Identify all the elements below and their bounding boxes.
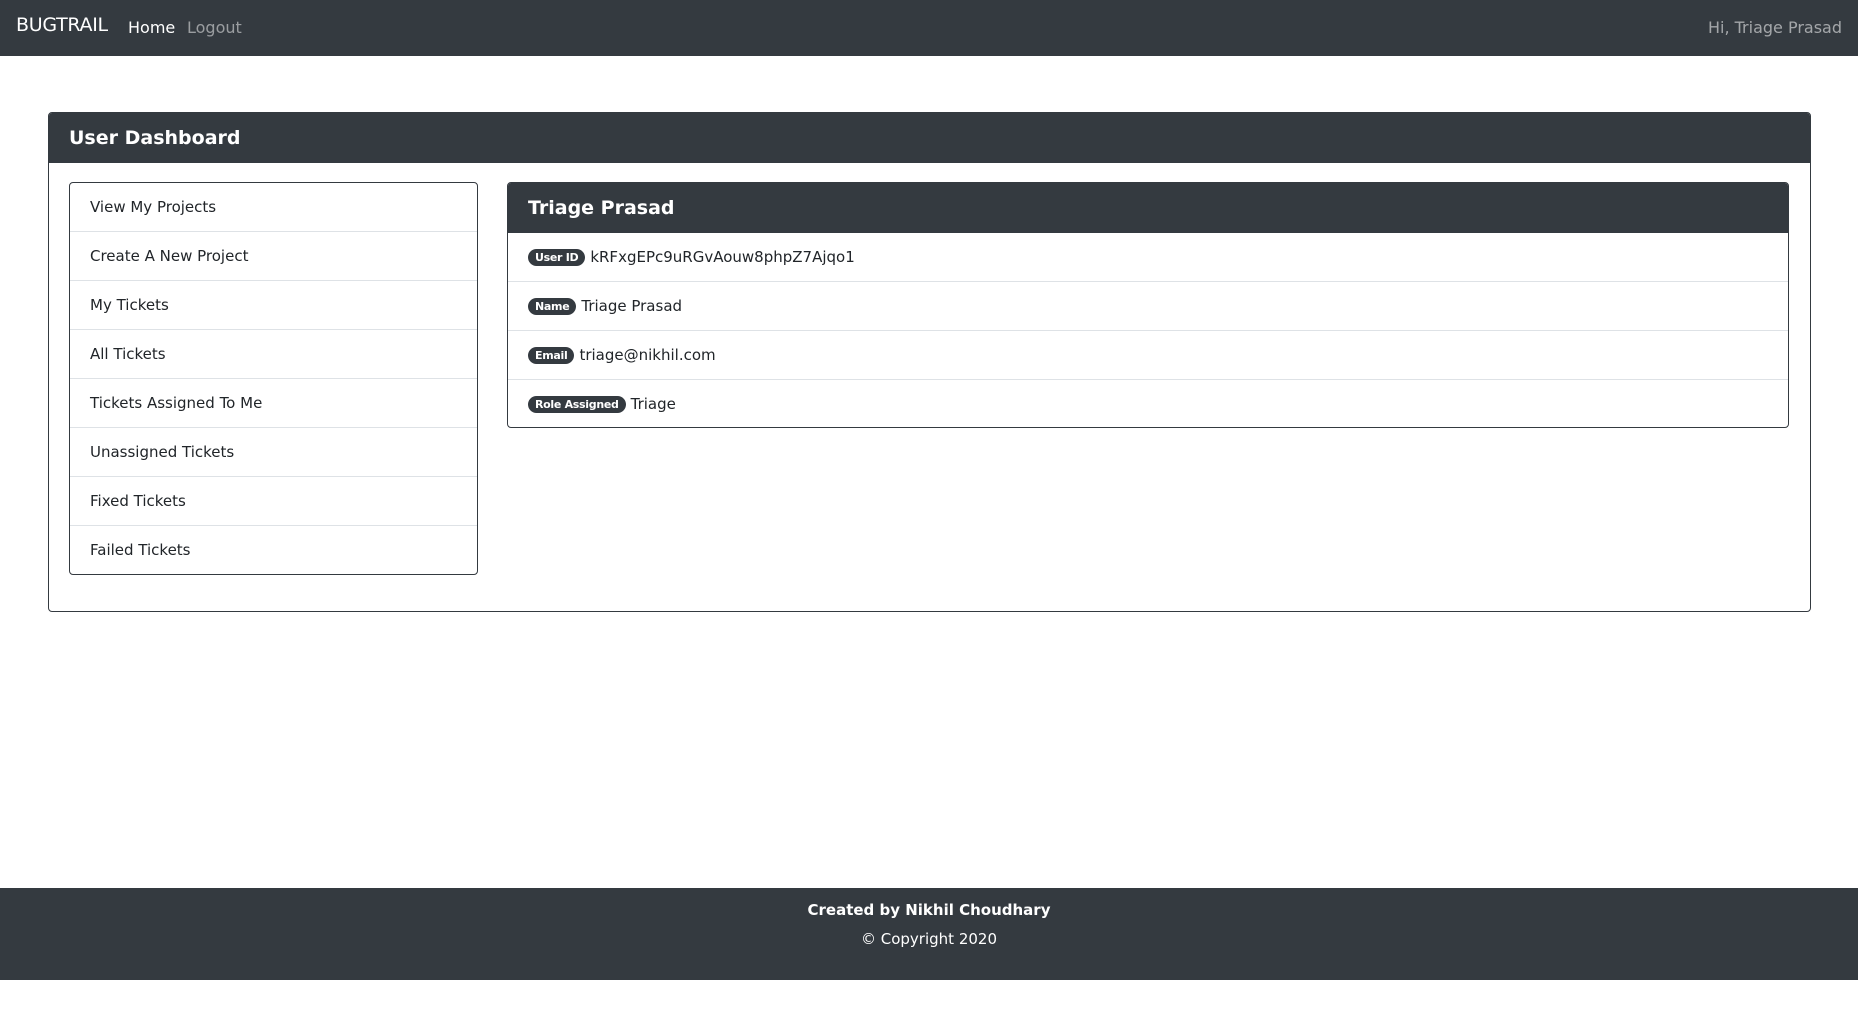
top-navbar: BUGTRAIL Home Logout Hi, Triage Prasad <box>0 0 1858 56</box>
role-badge: Role Assigned <box>528 396 626 413</box>
menu-item-tickets-assigned-to-me[interactable]: Tickets Assigned To Me <box>70 379 477 428</box>
profile-row-user-id: User ID kRFxgEPc9uRGvAouw8phpZ7Ajqo1 <box>508 233 1788 282</box>
footer-copyright: © Copyright 2020 <box>860 930 997 948</box>
footer-credit: Created by Nikhil Choudhary <box>807 901 1051 919</box>
profile-row-email: Email triage@nikhil.com <box>508 331 1788 380</box>
profile-row-role: Role Assigned Triage <box>508 380 1788 427</box>
profile-title: Triage Prasad <box>508 183 1788 233</box>
menu-item-unassigned-tickets[interactable]: Unassigned Tickets <box>70 428 477 477</box>
user-greeting: Hi, Triage Prasad <box>1707 18 1842 37</box>
menu-item-failed-tickets[interactable]: Failed Tickets <box>70 526 477 574</box>
dashboard-title: User Dashboard <box>49 113 1810 163</box>
page-footer: Created by Nikhil Choudhary © Copyright … <box>0 888 1858 980</box>
menu-item-create-new-project[interactable]: Create A New Project <box>70 232 477 281</box>
dashboard-menu: View My Projects Create A New Project My… <box>69 182 478 575</box>
name-badge: Name <box>528 298 577 315</box>
email-value: triage@nikhil.com <box>579 346 716 364</box>
nav-home-link[interactable]: Home <box>128 18 175 37</box>
profile-card: Triage Prasad User ID kRFxgEPc9uRGvAouw8… <box>507 182 1789 428</box>
user-id-value: kRFxgEPc9uRGvAouw8phpZ7Ajqo1 <box>590 248 855 266</box>
menu-item-all-tickets[interactable]: All Tickets <box>70 330 477 379</box>
profile-row-name: Name Triage Prasad <box>508 282 1788 331</box>
user-dashboard-card: User Dashboard View My Projects Create A… <box>48 112 1811 612</box>
name-value: Triage Prasad <box>581 297 683 315</box>
menu-item-my-tickets[interactable]: My Tickets <box>70 281 477 330</box>
user-id-badge: User ID <box>528 249 586 266</box>
role-value: Triage <box>630 395 676 413</box>
email-badge: Email <box>528 347 575 364</box>
menu-item-view-my-projects[interactable]: View My Projects <box>70 183 477 232</box>
menu-item-fixed-tickets[interactable]: Fixed Tickets <box>70 477 477 526</box>
brand-logo[interactable]: BUGTRAIL <box>16 14 108 36</box>
nav-logout-link[interactable]: Logout <box>187 18 242 37</box>
